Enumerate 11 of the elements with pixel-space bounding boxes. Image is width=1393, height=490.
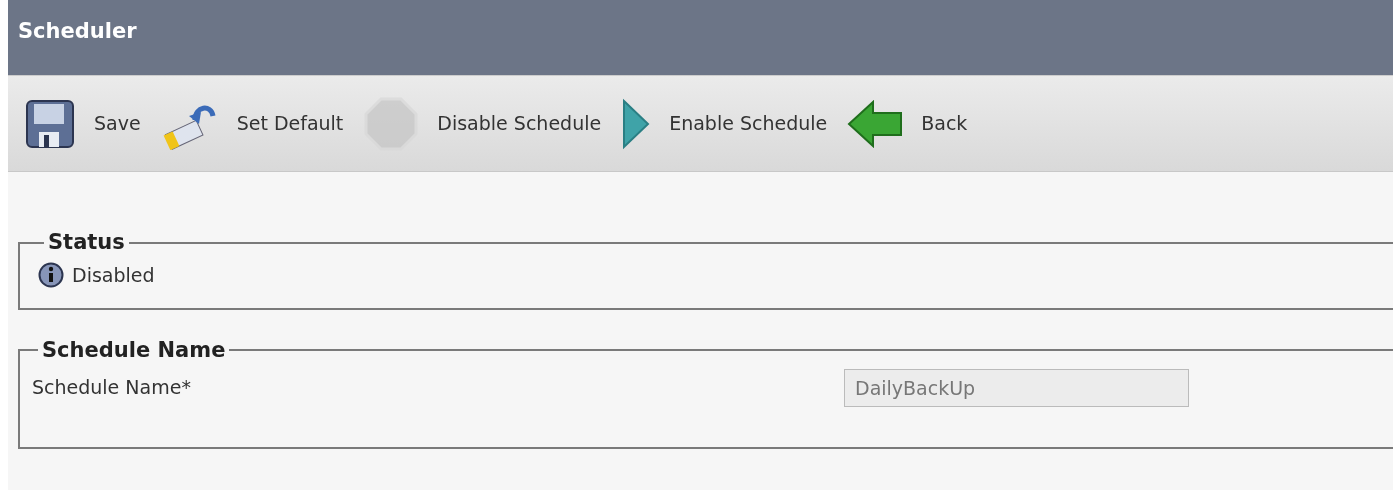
status-text: Disabled — [72, 263, 155, 288]
toolbar-button[interactable]: Set Default — [160, 97, 344, 150]
section-title: Schedule Name — [41, 339, 227, 361]
info-icon — [38, 262, 64, 289]
window-title: Scheduler — [8, 0, 1393, 75]
section-title: Status — [47, 232, 126, 253]
field-label: Schedule Name* — [32, 375, 192, 401]
input-field[interactable]: DailyBackUp — [844, 368, 1189, 407]
toolbar-button[interactable]: Back — [847, 99, 968, 148]
toolbar-button[interactable]: Save — [24, 97, 141, 150]
toolbar-button[interactable]: Enable Schedule — [621, 97, 828, 150]
